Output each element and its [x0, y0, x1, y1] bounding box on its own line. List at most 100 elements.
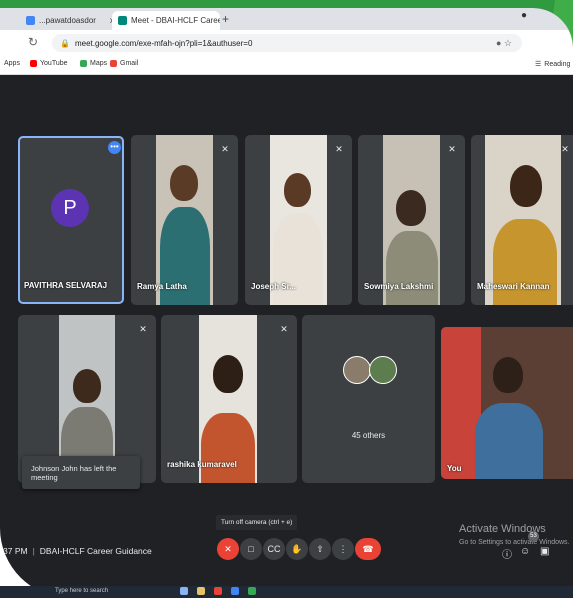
tab-label: Meet - DBAI-HCLF Career G... — [131, 16, 220, 25]
bookmark-label: YouTube — [40, 60, 68, 67]
info-icon[interactable]: ⓘ — [502, 546, 512, 561]
activate-title: Activate Windows — [459, 523, 546, 535]
participant-name: PAVITHRA SELVARAJ — [24, 281, 108, 290]
mic-off-icon: ✕ — [139, 324, 147, 334]
person-body — [493, 219, 557, 305]
tab-search-icon[interactable]: ● — [521, 10, 527, 21]
bookmark-label: Gmail — [120, 60, 139, 67]
bookmark-star-icon[interactable]: ● ☆ — [496, 38, 512, 49]
person-body — [201, 413, 255, 483]
participant-tile-pavithra[interactable]: ••• P PAVITHRA SELVARAJ — [18, 136, 124, 304]
person-head — [493, 357, 523, 393]
taskbar-search[interactable]: Type here to search — [55, 588, 108, 594]
bookmark-maps[interactable]: Maps — [80, 60, 107, 67]
person-head — [213, 355, 243, 393]
participant-count-badge: 53 — [528, 531, 539, 542]
bookmark-label: Maps — [90, 60, 108, 67]
video-feed — [485, 135, 561, 305]
participant-name: Maheswari Kannan — [477, 282, 550, 291]
youtube-icon — [30, 60, 37, 67]
bookmarks-bar: Apps YouTube Maps Gmail ☰ Reading — [0, 56, 573, 75]
more-options-icon[interactable]: ••• — [108, 141, 121, 154]
participant-name: Ramya Latha — [137, 282, 187, 291]
meeting-info: 37 PM | DBAI-HCLF Career Guidance — [3, 546, 152, 556]
mic-off-button[interactable]: ✕ — [217, 538, 239, 560]
avatar — [369, 356, 397, 384]
self-view-tile[interactable]: You — [441, 327, 573, 479]
app-icon[interactable] — [248, 587, 256, 595]
activate-windows-watermark: Activate Windows Go to Settings to activ… — [459, 523, 570, 549]
mic-off-icon: ✕ — [280, 324, 288, 334]
lock-icon: 🔒 — [60, 38, 70, 48]
bookmark-youtube[interactable]: YouTube — [30, 60, 68, 67]
new-tab-button[interactable]: + — [222, 12, 229, 26]
maps-icon — [80, 60, 87, 67]
url-bar[interactable]: 🔒 meet.google.com/exe-mfah-ojn?pli=1&aut… — [52, 34, 522, 52]
tab-label: ...pawatdoasdor — [39, 16, 96, 25]
captions-button[interactable]: CC — [263, 538, 285, 560]
more-options-button[interactable]: ⋮ — [332, 538, 354, 560]
reading-list[interactable]: ☰ Reading — [535, 60, 571, 69]
reading-list-icon: ☰ — [535, 61, 542, 68]
bookmark-apps[interactable]: Apps — [4, 60, 20, 67]
mic-off-icon: ✕ — [335, 144, 343, 154]
others-count: 45 others — [351, 431, 386, 440]
laptop-screen: ...pawatdoasdor x Meet - DBAI-HCLF Caree… — [0, 8, 573, 598]
person-body — [386, 231, 438, 305]
address-toolbar: ↻ 🔒 meet.google.com/exe-mfah-ojn?pli=1&a… — [0, 30, 573, 56]
bookmark-gmail[interactable]: Gmail — [110, 60, 138, 67]
taskbar-icons — [180, 587, 256, 595]
participant-tile-maheswari[interactable]: ✕ Maheswari Kannan — [471, 135, 573, 305]
meeting-time: 37 PM — [3, 546, 28, 556]
mic-off-icon: ✕ — [448, 144, 456, 154]
participant-tile-ramya[interactable]: ✕ Ramya Latha — [131, 135, 238, 305]
video-feed — [270, 135, 327, 305]
participant-tile-joseph[interactable]: ✕ Joseph Sr... — [245, 135, 352, 305]
person-head — [170, 165, 198, 201]
video-feed — [383, 135, 440, 305]
meet-favicon-icon — [118, 16, 127, 25]
browser-tab-active[interactable]: Meet - DBAI-HCLF Career G... x — [112, 11, 220, 30]
browser-tab[interactable]: ...pawatdoasdor x — [20, 11, 120, 30]
gmail-icon — [110, 60, 117, 67]
url-text: meet.google.com/exe-mfah-ojn?pli=1&authu… — [74, 38, 253, 48]
meeting-title: DBAI-HCLF Career Guidance — [39, 546, 152, 556]
mic-off-icon: ✕ — [221, 144, 229, 154]
windows-taskbar: Type here to search — [0, 586, 573, 598]
avatar: P — [51, 189, 89, 227]
person-head — [396, 190, 426, 226]
video-feed — [156, 135, 213, 305]
avatar — [343, 356, 371, 384]
video-feed — [199, 315, 257, 483]
present-button[interactable]: ⇧ — [309, 538, 331, 560]
participant-name: rashika kumaravel — [167, 460, 237, 469]
person-head — [284, 173, 311, 207]
participant-tile-rashika[interactable]: ✕ rashika kumaravel — [161, 315, 297, 483]
participant-tile-sowmiya[interactable]: ✕ Sowmiya Lakshmi — [358, 135, 465, 305]
end-call-button[interactable]: ☎ — [355, 538, 381, 560]
participant-name: Joseph Sr... — [251, 282, 296, 291]
activate-sub: Go to Settings to activate Windows. — [459, 539, 570, 546]
person-body — [475, 403, 543, 479]
camera-button[interactable]: □ — [240, 538, 262, 560]
screenshot: ...pawatdoasdor x Meet - DBAI-HCLF Caree… — [0, 0, 573, 598]
video-feed — [441, 327, 573, 479]
participant-name: You — [447, 464, 462, 473]
participant-name: Sowmiya Lakshmi — [364, 282, 434, 291]
others-tile[interactable]: 45 others — [302, 315, 435, 483]
reload-icon[interactable]: ↻ — [28, 35, 38, 49]
bookmark-label: Apps — [4, 60, 20, 67]
store-icon[interactable] — [231, 587, 239, 595]
mic-off-icon: ✕ — [561, 144, 569, 154]
edge-icon[interactable] — [180, 587, 188, 595]
explorer-icon[interactable] — [197, 587, 205, 595]
chat-icon[interactable]: ▣ — [540, 546, 549, 557]
person-body — [273, 213, 323, 305]
person-head — [510, 165, 542, 207]
camera-tooltip: Turn off camera (ctrl + e) — [216, 515, 298, 530]
reading-list-label: Reading — [544, 60, 571, 68]
people-icon[interactable]: ☺ — [520, 546, 530, 557]
chrome-icon[interactable] — [214, 587, 222, 595]
browser-tab-bar: ...pawatdoasdor x Meet - DBAI-HCLF Caree… — [0, 8, 573, 30]
raise-hand-button[interactable]: ✋ — [286, 538, 308, 560]
